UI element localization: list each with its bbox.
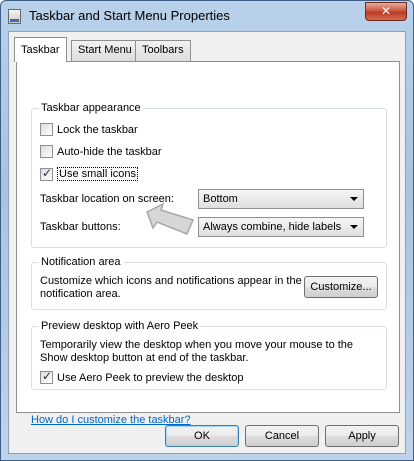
title-bar[interactable]: Taskbar and Start Menu Properties ✕ [1, 1, 413, 31]
cancel-button[interactable]: Cancel [245, 425, 319, 447]
apply-button[interactable]: Apply [325, 425, 399, 447]
autohide-checkbox-box[interactable] [40, 145, 53, 158]
buttons-value: Always combine, hide labels [203, 221, 342, 233]
tab-taskbar[interactable]: Taskbar [14, 37, 67, 62]
notification-area-group: Notification area Customize which icons … [31, 256, 387, 310]
location-dropdown[interactable]: Bottom [198, 189, 364, 209]
taskbar-buttons-dropdown[interactable]: Always combine, hide labels [198, 217, 364, 237]
close-button[interactable]: ✕ [365, 2, 407, 21]
group-title-appearance: Taskbar appearance [39, 102, 143, 114]
chevron-down-icon [350, 225, 358, 229]
small-icons-checkbox[interactable]: Use small icons [40, 166, 139, 181]
window-title: Taskbar and Start Menu Properties [29, 8, 230, 23]
group-title-notification: Notification area [39, 256, 123, 268]
aero-peek-checkbox-box[interactable] [40, 369, 53, 384]
chevron-down-icon [350, 197, 358, 201]
peek-description: Temporarily view the desktop when you mo… [40, 339, 354, 364]
autohide-checkbox[interactable]: Auto-hide the taskbar [40, 145, 162, 158]
small-icons-checkbox-label: Use small icons [57, 167, 139, 181]
lock-checkbox-label: Lock the taskbar [57, 123, 138, 136]
notification-description: Customize which icons and notifications … [40, 275, 302, 300]
dialog-client-area: Taskbar Start Menu Toolbars Taskbar appe… [8, 31, 406, 454]
lock-checkbox-box[interactable] [40, 123, 53, 136]
buttons-label: Taskbar buttons: [40, 221, 121, 233]
tab-toolbars[interactable]: Toolbars [135, 40, 191, 61]
lock-taskbar-checkbox[interactable]: Lock the taskbar [40, 123, 138, 136]
tab-start-menu[interactable]: Start Menu [71, 40, 139, 61]
taskbar-tab-panel: Taskbar appearance Lock the taskbar Auto… [16, 61, 400, 426]
aero-peek-checkbox[interactable]: Use Aero Peek to preview the desktop [40, 369, 244, 384]
small-icons-checkbox-box[interactable] [40, 166, 53, 181]
taskbar-appearance-group: Taskbar appearance Lock the taskbar Auto… [31, 102, 387, 248]
ok-button[interactable]: OK [165, 425, 239, 447]
taskbar-app-icon [8, 9, 21, 24]
group-title-peek: Preview desktop with Aero Peek [39, 320, 201, 332]
aero-peek-checkbox-label: Use Aero Peek to preview the desktop [57, 371, 244, 384]
location-value: Bottom [203, 193, 238, 205]
mouse-cursor-arrow-icon [146, 202, 195, 235]
properties-window: Taskbar and Start Menu Properties ✕ Task… [0, 0, 414, 461]
autohide-checkbox-label: Auto-hide the taskbar [57, 145, 162, 158]
customize-button[interactable]: Customize... [304, 276, 378, 298]
aero-peek-group: Preview desktop with Aero Peek Temporari… [31, 320, 387, 390]
